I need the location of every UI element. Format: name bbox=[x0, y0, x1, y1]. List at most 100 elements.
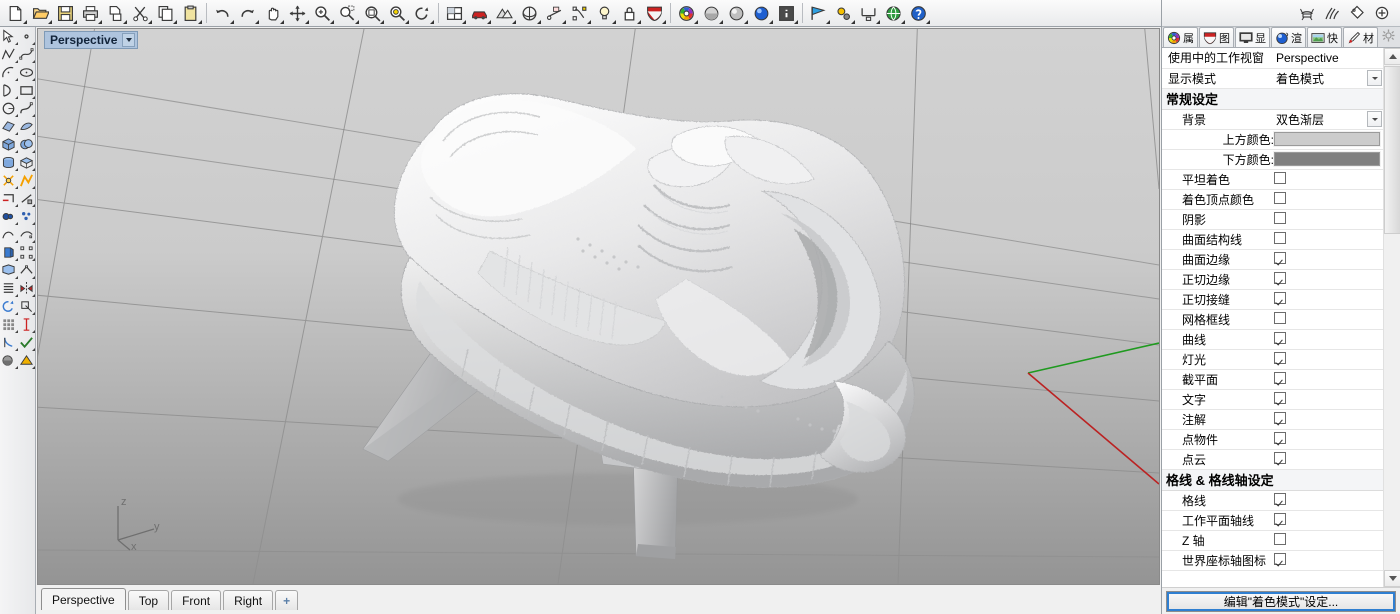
property-checkbox[interactable] bbox=[1274, 332, 1286, 344]
car-render-icon[interactable] bbox=[467, 1, 492, 25]
zoom-window-icon[interactable] bbox=[335, 1, 360, 25]
viewport-tab-right[interactable]: Right bbox=[223, 590, 273, 610]
viewport-tab-perspective[interactable]: Perspective bbox=[41, 588, 126, 610]
scissors-cut-icon[interactable] bbox=[128, 1, 153, 25]
property-row[interactable]: 网格框线 bbox=[1162, 309, 1383, 329]
property-checkbox[interactable] bbox=[1274, 232, 1286, 244]
offset-curve-icon[interactable] bbox=[0, 225, 18, 243]
zoom-in-icon[interactable] bbox=[310, 1, 335, 25]
mirror-icon[interactable] bbox=[18, 279, 36, 297]
property-row[interactable]: 工作平面轴线 bbox=[1162, 510, 1383, 530]
edit-display-mode-button[interactable]: 编辑"着色模式"设定... bbox=[1166, 591, 1396, 612]
property-checkbox[interactable] bbox=[1274, 352, 1286, 364]
property-row[interactable]: 灯光 bbox=[1162, 349, 1383, 369]
shade-icon[interactable] bbox=[492, 1, 517, 25]
tag-label-icon[interactable] bbox=[1344, 1, 1369, 25]
property-row[interactable]: 曲面边缘 bbox=[1162, 249, 1383, 269]
tab-materials[interactable]: 材 bbox=[1343, 27, 1378, 47]
property-row[interactable]: 世界座标轴图标 bbox=[1162, 550, 1383, 570]
color-swatch[interactable] bbox=[1274, 152, 1380, 166]
property-row[interactable]: 正切接缝 bbox=[1162, 289, 1383, 309]
flag-icon[interactable] bbox=[806, 1, 831, 25]
scale-icon[interactable] bbox=[18, 297, 36, 315]
dim-linear-icon[interactable] bbox=[856, 1, 881, 25]
scrollbar-thumb[interactable] bbox=[1384, 66, 1400, 234]
property-checkbox[interactable] bbox=[1274, 172, 1286, 184]
sphere-shaded-icon[interactable] bbox=[724, 1, 749, 25]
property-dropdown[interactable]: 着色模式 bbox=[1274, 70, 1383, 87]
property-checkbox[interactable] bbox=[1274, 272, 1286, 284]
control-point-curve-icon[interactable] bbox=[18, 45, 36, 63]
property-row[interactable]: 上方颜色: bbox=[1162, 129, 1383, 149]
array-icon[interactable] bbox=[0, 279, 18, 297]
cut-copy-icon[interactable] bbox=[103, 1, 128, 25]
scroll-up-button[interactable] bbox=[1384, 48, 1400, 65]
property-checkbox[interactable] bbox=[1274, 513, 1286, 525]
pan-hand-icon[interactable] bbox=[260, 1, 285, 25]
rebuild-icon[interactable] bbox=[18, 261, 36, 279]
property-row[interactable]: 注解 bbox=[1162, 409, 1383, 429]
surface-sweep-icon[interactable] bbox=[18, 117, 36, 135]
property-row[interactable]: Z 轴 bbox=[1162, 530, 1383, 550]
bend-icon[interactable] bbox=[0, 333, 18, 351]
conic-icon[interactable] bbox=[0, 81, 18, 99]
paste-icon[interactable] bbox=[178, 1, 203, 25]
ellipse-icon[interactable] bbox=[18, 63, 36, 81]
cylinder-solid-icon[interactable] bbox=[0, 153, 18, 171]
property-checkbox[interactable] bbox=[1274, 553, 1286, 565]
property-checkbox[interactable] bbox=[1274, 533, 1286, 545]
property-checkbox[interactable] bbox=[1274, 212, 1286, 224]
fillet-icon[interactable] bbox=[0, 207, 18, 225]
property-row[interactable]: 使用中的工作视窗Perspective bbox=[1162, 48, 1383, 68]
dimension-icon[interactable] bbox=[542, 1, 567, 25]
perspective-viewport[interactable]: Perspective z y x bbox=[37, 28, 1160, 585]
property-row[interactable]: 曲面结构线 bbox=[1162, 229, 1383, 249]
add-plus-circle-icon[interactable] bbox=[1369, 1, 1394, 25]
property-row[interactable]: 显示模式着色模式 bbox=[1162, 68, 1383, 88]
mesh-box-icon[interactable] bbox=[18, 153, 36, 171]
property-checkbox[interactable] bbox=[1274, 372, 1286, 384]
property-row[interactable]: 截平面 bbox=[1162, 369, 1383, 389]
property-checkbox[interactable] bbox=[1274, 312, 1286, 324]
property-checkbox[interactable] bbox=[1274, 292, 1286, 304]
sphere-blue-icon[interactable] bbox=[749, 1, 774, 25]
arc-icon[interactable] bbox=[0, 63, 18, 81]
check-object-icon[interactable] bbox=[18, 333, 36, 351]
four-view-icon[interactable] bbox=[442, 1, 467, 25]
dropdown-arrow-button[interactable] bbox=[1367, 70, 1382, 86]
info-box-icon[interactable] bbox=[774, 1, 799, 25]
trim-icon[interactable] bbox=[0, 189, 18, 207]
rotate-icon[interactable] bbox=[0, 297, 18, 315]
mesh-spray-icon[interactable] bbox=[1319, 1, 1344, 25]
property-checkbox[interactable] bbox=[1274, 392, 1286, 404]
tab-quickview[interactable]: 快 bbox=[1307, 27, 1342, 47]
zoom-extents-icon[interactable] bbox=[360, 1, 385, 25]
redo-icon[interactable] bbox=[235, 1, 260, 25]
color-wheel-icon[interactable] bbox=[674, 1, 699, 25]
scroll-down-button[interactable] bbox=[1384, 570, 1400, 587]
globe-icon[interactable] bbox=[881, 1, 906, 25]
color-swatch[interactable] bbox=[1274, 132, 1380, 146]
property-checkbox[interactable] bbox=[1274, 192, 1286, 204]
join-icon[interactable] bbox=[0, 261, 18, 279]
dropdown-arrow-button[interactable] bbox=[1367, 111, 1382, 127]
viewport-title-dropdown[interactable] bbox=[122, 33, 135, 47]
save-file-icon[interactable] bbox=[53, 1, 78, 25]
zoom-selected-icon[interactable] bbox=[385, 1, 410, 25]
undo-icon[interactable] bbox=[210, 1, 235, 25]
rotate-view-icon[interactable] bbox=[410, 1, 435, 25]
viewport-tab-top[interactable]: Top bbox=[128, 590, 169, 610]
property-row[interactable]: 阴影 bbox=[1162, 209, 1383, 229]
lock-icon[interactable] bbox=[617, 1, 642, 25]
property-row[interactable]: 背景双色渐层 bbox=[1162, 109, 1383, 129]
curve-blend-icon[interactable] bbox=[18, 99, 36, 117]
property-row[interactable]: 格线 bbox=[1162, 490, 1383, 510]
split-icon[interactable] bbox=[18, 189, 36, 207]
property-row[interactable]: 文字 bbox=[1162, 389, 1383, 409]
property-row[interactable]: 点云 bbox=[1162, 449, 1383, 469]
light-bulb-icon[interactable] bbox=[592, 1, 617, 25]
property-checkbox[interactable] bbox=[1274, 412, 1286, 424]
property-checkbox[interactable] bbox=[1274, 252, 1286, 264]
property-row[interactable]: 正切边缘 bbox=[1162, 269, 1383, 289]
sphere-gray-icon[interactable] bbox=[699, 1, 724, 25]
